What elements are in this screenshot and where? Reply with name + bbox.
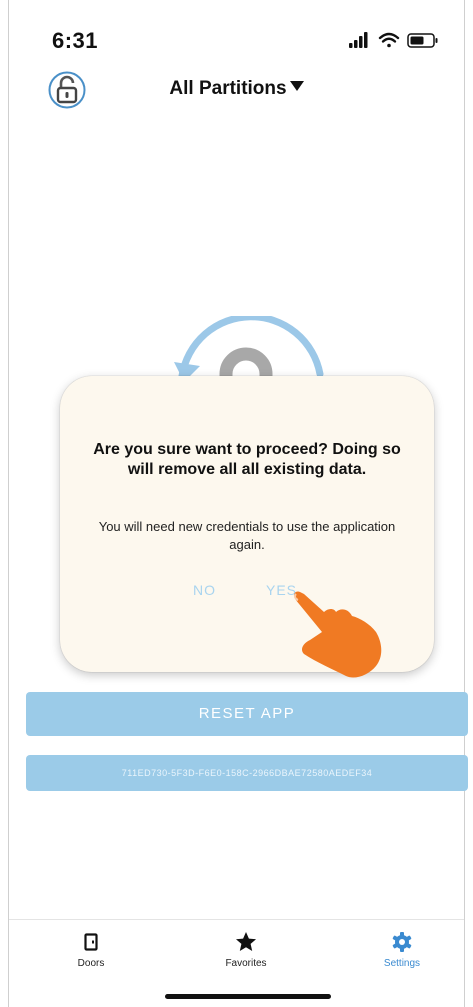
device-id-field: 711ED730-5F3D-F6E0-158C-2966DBAE72580AED…	[26, 755, 468, 791]
device-frame-right	[464, 0, 465, 1007]
tab-settings[interactable]: Settings	[357, 930, 447, 969]
partition-selector[interactable]: All Partitions	[0, 78, 473, 100]
reset-app-button[interactable]: RESET APP	[26, 692, 468, 736]
no-button[interactable]: NO	[193, 582, 216, 598]
device-frame-left	[8, 0, 9, 1007]
tab-settings-label: Settings	[383, 958, 421, 969]
tab-favorites[interactable]: Favorites	[201, 930, 291, 969]
caret-down-icon	[289, 81, 304, 91]
tap-hand-icon	[293, 591, 382, 678]
tab-doors[interactable]: Doors	[46, 930, 136, 969]
partition-selector-label: All Partitions	[169, 78, 287, 99]
dialog-title: Are you sure want to proceed? Doing so w…	[93, 441, 401, 478]
star-icon	[236, 932, 256, 951]
status-time: 6:31	[52, 28, 99, 53]
tab-doors-label: Doors	[77, 958, 105, 969]
tab-bar-divider	[9, 919, 464, 920]
battery-icon	[407, 33, 438, 48]
wifi-icon	[378, 32, 400, 48]
dialog-message: You will need new credentials to use the…	[98, 519, 396, 552]
gear-icon	[392, 932, 412, 952]
tab-favorites-label: Favorites	[225, 958, 267, 969]
home-indicator[interactable]	[165, 994, 331, 999]
door-icon	[84, 933, 98, 951]
status-icons	[349, 32, 438, 48]
cellular-signal-icon	[349, 32, 368, 48]
app-screen: 6:31 All Partitions Are you sure want to…	[0, 0, 473, 1007]
